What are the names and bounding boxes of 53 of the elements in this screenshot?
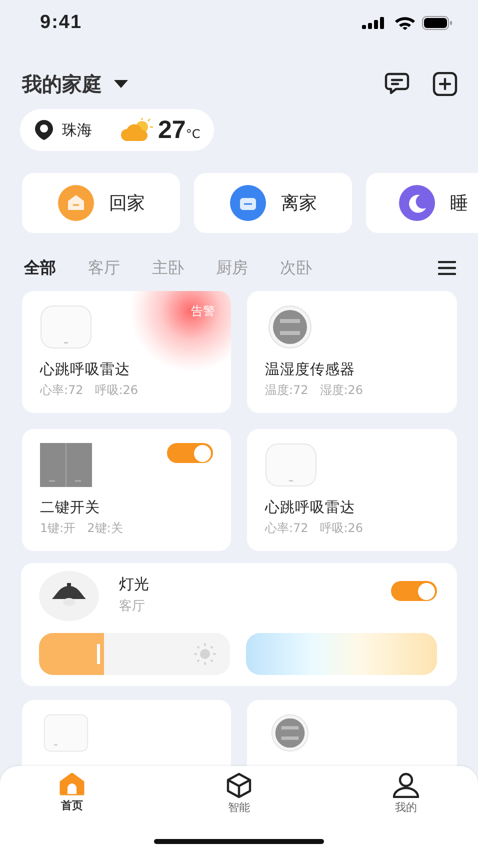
temperature: 27: [158, 116, 186, 144]
light-room: 客厅: [119, 598, 146, 615]
device-status: 1键:开 2键:关: [40, 520, 124, 537]
message-icon[interactable]: [384, 72, 410, 96]
home-title[interactable]: 我的家庭: [22, 70, 102, 98]
device-card[interactable]: 二键开关 1键:开 2键:关: [22, 429, 231, 551]
device-name: 二键开关: [40, 499, 101, 517]
scene-button[interactable]: 离家: [194, 173, 352, 233]
device-name: 心跳呼吸雷达: [265, 498, 356, 517]
city-label: 珠海: [62, 120, 92, 140]
toggle-switch[interactable]: [391, 581, 437, 601]
nav-tab[interactable]: 首页: [48, 772, 96, 815]
radar-sensor-icon: [265, 443, 317, 487]
toggle-switch[interactable]: [167, 443, 213, 463]
temperature-unit: °C: [186, 127, 200, 141]
weather-icon: [120, 117, 154, 143]
device-status: 心率:72 呼吸:26: [265, 520, 364, 537]
light-name: 灯光: [119, 575, 149, 594]
alert-label: 告警: [191, 303, 215, 320]
home-icon: [58, 772, 86, 796]
nav-tab[interactable]: 我的: [382, 772, 430, 815]
dropdown-caret-icon[interactable]: [114, 80, 128, 88]
sun-icon: [194, 643, 216, 665]
light-card[interactable]: 灯光 客厅: [21, 563, 457, 686]
color-gradient-bar[interactable]: [246, 633, 437, 675]
radar-sensor-icon: [40, 305, 92, 349]
device-status: 心率:72 呼吸:26: [40, 382, 140, 399]
wifi-icon: [394, 16, 416, 30]
wall-switch-icon: [40, 443, 92, 487]
menu-icon[interactable]: [438, 261, 456, 275]
room-tab[interactable]: 全部: [24, 258, 56, 278]
moon-icon: [398, 184, 436, 222]
device-card[interactable]: 告警 心跳呼吸雷达 心率:72 呼吸:26: [22, 291, 231, 413]
location-weather-pill[interactable]: 珠海 27°C: [20, 109, 214, 151]
device-card[interactable]: [247, 700, 457, 766]
home-scene-icon: [57, 184, 95, 222]
scene-button[interactable]: 回家: [22, 173, 180, 233]
battery-icon: [422, 16, 452, 30]
device-card[interactable]: 温湿度传感器 温度:72 湿度:26: [247, 291, 457, 413]
device-card[interactable]: 心跳呼吸雷达 心率:72 呼吸:26: [247, 429, 457, 551]
brightness-slider[interactable]: [39, 633, 230, 675]
slider-fill[interactable]: [39, 633, 104, 675]
device-status: 温度:72 湿度:26: [265, 382, 364, 399]
add-icon[interactable]: [432, 72, 458, 96]
location-pin-icon: [34, 119, 54, 141]
nav-tab[interactable]: 智能: [215, 772, 263, 815]
scene-button[interactable]: 睡: [366, 173, 478, 233]
cube-icon: [225, 772, 253, 798]
status-time: 9:41: [40, 12, 84, 34]
profile-icon: [392, 772, 420, 798]
device-name: 心跳呼吸雷达: [40, 360, 131, 379]
briefcase-icon: [229, 184, 267, 222]
device-name: 温湿度传感器: [265, 360, 356, 379]
